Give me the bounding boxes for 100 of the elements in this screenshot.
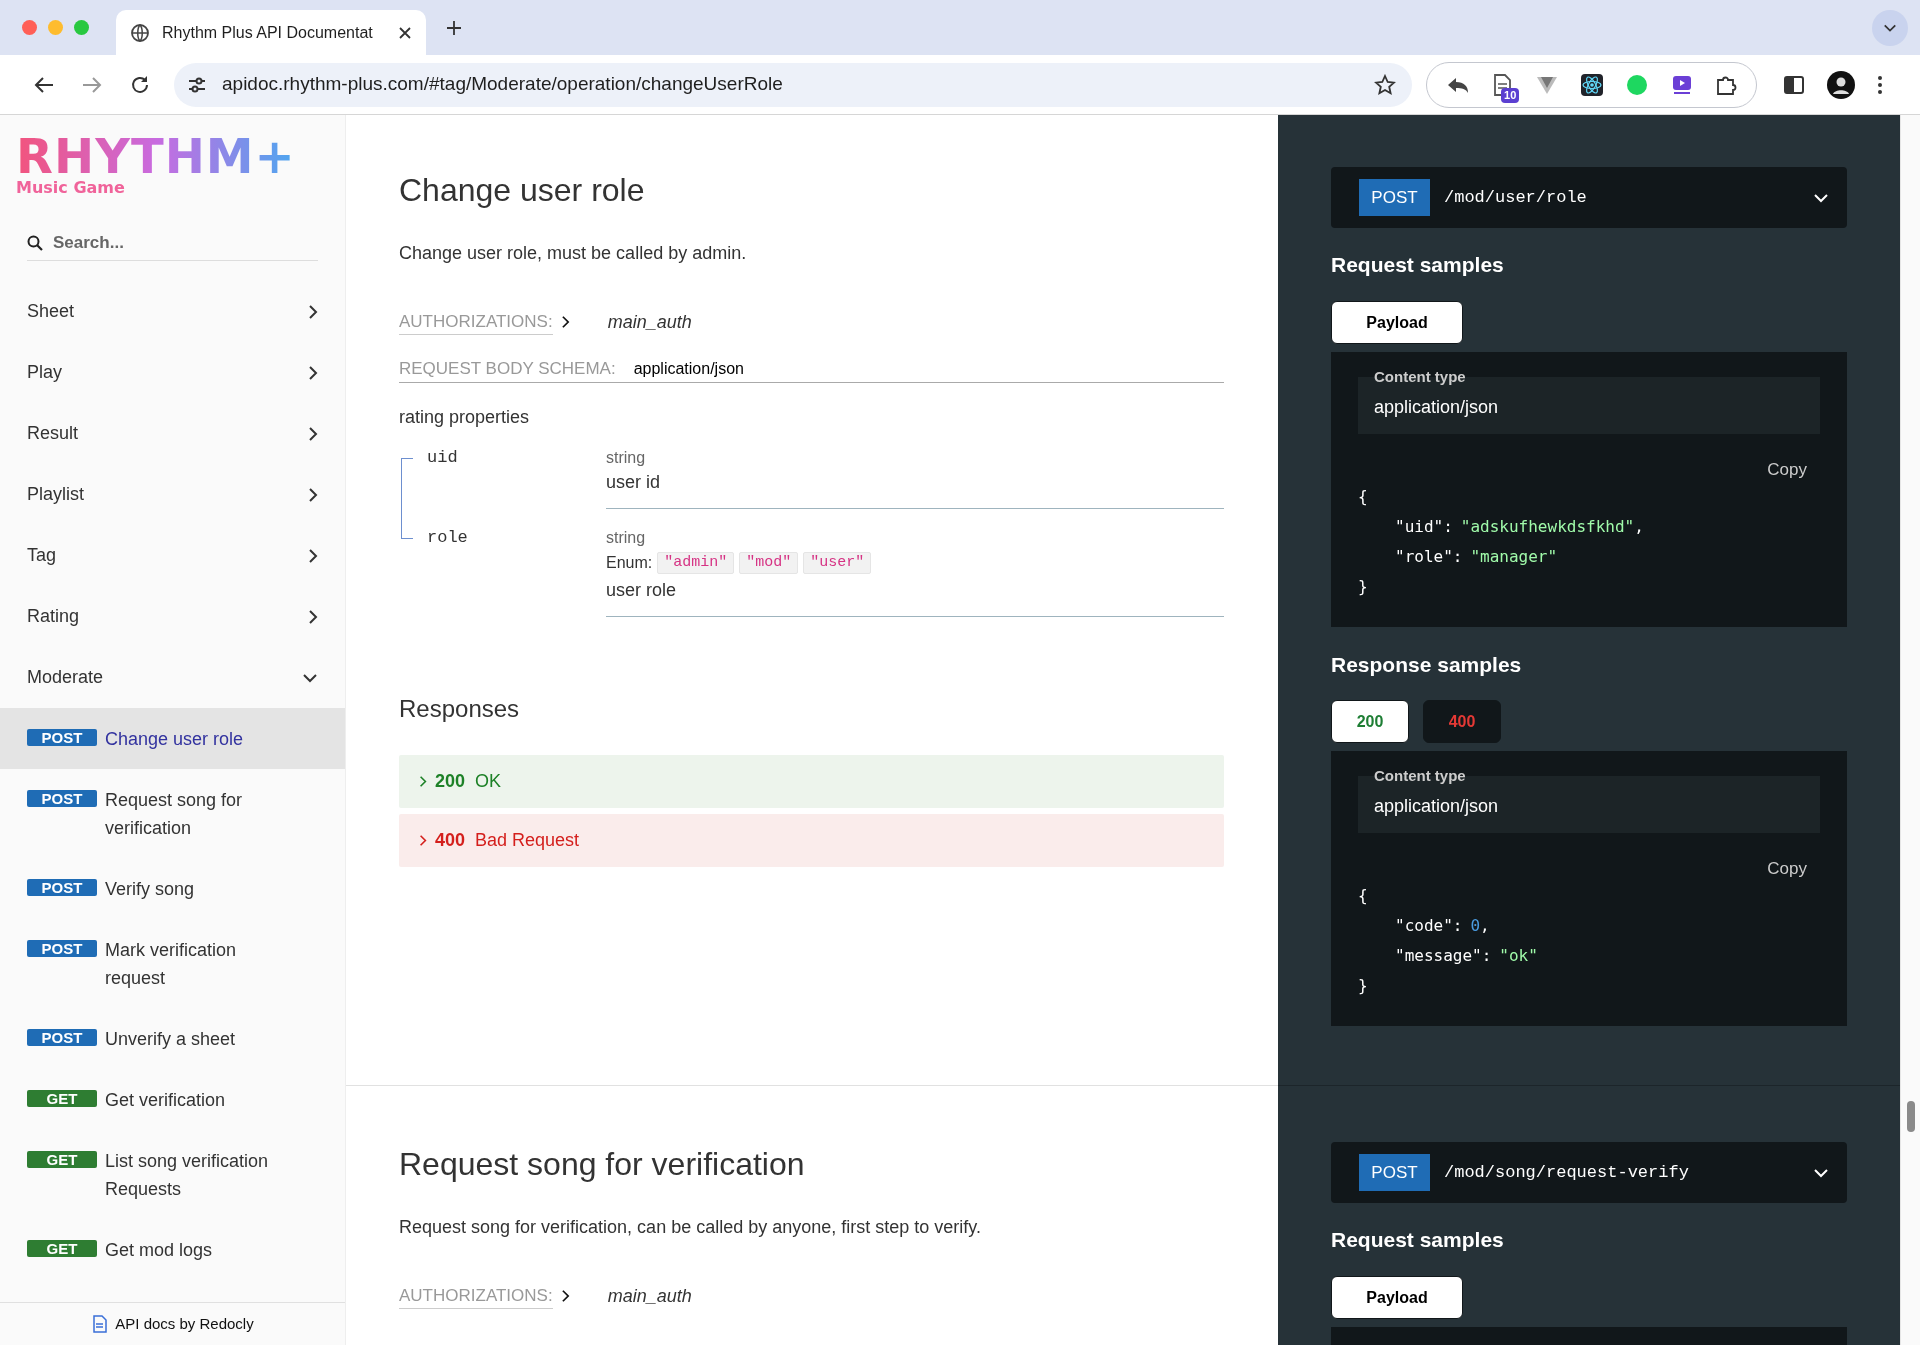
search-field[interactable]: Search...: [53, 229, 318, 256]
chevron-right-icon: [308, 608, 318, 625]
schema-label: REQUEST BODY SCHEMA:: [399, 357, 616, 380]
chevron-right-icon: [308, 303, 318, 320]
enum-value: "mod": [739, 552, 799, 574]
sample-tab[interactable]: 400: [1423, 700, 1501, 743]
code-line: "message": "ok": [1394, 945, 1539, 967]
chevron-right-icon: [419, 775, 427, 788]
authorization-value: main_auth: [607, 310, 692, 334]
search-icon: [27, 234, 43, 251]
section-title: Request samples: [1331, 1227, 1505, 1253]
method-badge: GET: [27, 1240, 97, 1257]
chevron-right-icon[interactable]: [560, 315, 570, 329]
chevron-down-icon: [1813, 1167, 1829, 1178]
schema-value: application/json: [633, 358, 744, 379]
menu-icon[interactable]: [1877, 73, 1883, 96]
document-icon: [91, 1315, 110, 1333]
method-badge: POST: [27, 879, 97, 896]
sidebar-item[interactable]: Result: [0, 403, 345, 464]
atom-icon[interactable]: [1580, 72, 1605, 97]
document-icon[interactable]: [1491, 72, 1514, 97]
content-type-value: application/json: [1374, 396, 1500, 419]
property-type: string: [606, 528, 647, 548]
method-badge: GET: [27, 1151, 97, 1168]
method-badge: POST: [1359, 1154, 1430, 1191]
scrollbar-thumb[interactable]: [1906, 1101, 1915, 1132]
sidebar-item[interactable]: Rating: [0, 586, 345, 647]
authorization-value: main_auth: [607, 1284, 692, 1308]
code-line: }: [1358, 975, 1369, 997]
section-title: Response samples: [1331, 652, 1523, 678]
chevron-right-icon: [308, 425, 318, 442]
method-badge: POST: [27, 1029, 97, 1046]
plus-icon[interactable]: [446, 19, 462, 36]
avatar-icon[interactable]: [1827, 70, 1855, 99]
method-badge: POST: [27, 790, 97, 807]
sample-tab[interactable]: Payload: [1331, 301, 1463, 344]
chevron-right-icon: [419, 834, 427, 847]
chevron-down-icon: [302, 672, 318, 683]
method-badge: POST: [27, 729, 97, 746]
sidebar-item[interactable]: Moderate: [0, 647, 345, 708]
star-icon[interactable]: [1374, 73, 1396, 96]
responses-title: Responses: [399, 694, 521, 724]
extension-badge: 10: [1501, 87, 1520, 103]
sidebar-item[interactable]: GET Get verification: [0, 1069, 345, 1130]
code-line: "role": "manager": [1394, 546, 1559, 568]
sidebar-item[interactable]: Sheet: [0, 281, 345, 342]
chevron-right-icon[interactable]: [560, 1289, 570, 1303]
enum-value: "user": [803, 552, 872, 574]
property-description: user role: [606, 579, 678, 602]
operation-title: Change user role: [399, 171, 646, 209]
sidebar-item[interactable]: GET List song verification Requests: [0, 1130, 345, 1219]
address-bar[interactable]: apidoc.rhythm-plus.com/#tag/Moderate/operation/changeUserRole: [174, 62, 1412, 107]
operation-description: Request song for verification, can be called by anyone, first step to verify.: [399, 1216, 982, 1239]
sample-tab[interactable]: 200: [1331, 700, 1409, 743]
chevron-right-icon: [308, 547, 318, 564]
operation-title: Request song for verification: [399, 1145, 806, 1183]
copy-button[interactable]: Copy: [1767, 458, 1807, 482]
footer-link[interactable]: API docs by Redocly: [115, 1312, 254, 1336]
sidebar-item[interactable]: Tag: [0, 525, 345, 586]
code-line: {: [1358, 486, 1369, 508]
enum-label: Enum:: [606, 553, 653, 573]
sidebar-item[interactable]: POST Unverify a sheet: [0, 1008, 345, 1069]
sidebar-item[interactable]: Play: [0, 342, 345, 403]
browser-tab[interactable]: Rhythm Plus API Documentat: [116, 10, 426, 55]
endpoint-bar[interactable]: POST /mod/user/role: [1331, 167, 1847, 228]
endpoint-bar[interactable]: POST /mod/song/request-verify: [1331, 1142, 1847, 1203]
caret-icon: [1883, 22, 1897, 33]
method-badge: GET: [27, 1090, 97, 1107]
code-line: "uid": "adskufhewkdsfkhd",: [1394, 516, 1645, 538]
chevron-right-icon: [308, 486, 318, 503]
method-badge: POST: [1359, 179, 1430, 216]
code-line: {: [1358, 885, 1369, 907]
sidebar-item[interactable]: POST Request song for verification: [0, 769, 345, 858]
property-name: role: [427, 528, 468, 547]
sidebar-item[interactable]: POST Mark verification request: [0, 919, 345, 1008]
sidebar-item[interactable]: GET Get mod logs: [0, 1219, 345, 1280]
content-type-value: application/json: [1374, 795, 1500, 818]
close-icon[interactable]: [398, 25, 412, 40]
content-type-label: Content type: [1374, 767, 1466, 785]
property-description: user id: [606, 471, 662, 494]
chevron-right-icon: [308, 364, 318, 381]
response-row[interactable]: 400 Bad Request: [399, 814, 1224, 867]
property-type: string: [606, 448, 647, 468]
sample-tab[interactable]: Payload: [1331, 1276, 1463, 1319]
sidebar-item[interactable]: POST Verify song: [0, 858, 345, 919]
content-type-label: Content type: [1374, 368, 1466, 386]
method-badge: POST: [27, 940, 97, 957]
properties-title: rating properties: [399, 406, 531, 429]
section-title: Request samples: [1331, 252, 1505, 278]
side-panel-icon[interactable]: [1783, 73, 1805, 96]
code-line: }: [1358, 576, 1369, 598]
enum-value: "admin": [657, 552, 735, 574]
code-line: "code": 0,: [1394, 915, 1491, 937]
sidebar-item[interactable]: Playlist: [0, 464, 345, 525]
chevron-down-icon: [1813, 192, 1829, 203]
response-row[interactable]: 200 OK: [399, 755, 1224, 808]
copy-button[interactable]: Copy: [1767, 857, 1807, 881]
sidebar-item[interactable]: POST Change user role: [0, 708, 345, 769]
property-name: uid: [427, 448, 458, 467]
globe-icon: [130, 22, 150, 43]
